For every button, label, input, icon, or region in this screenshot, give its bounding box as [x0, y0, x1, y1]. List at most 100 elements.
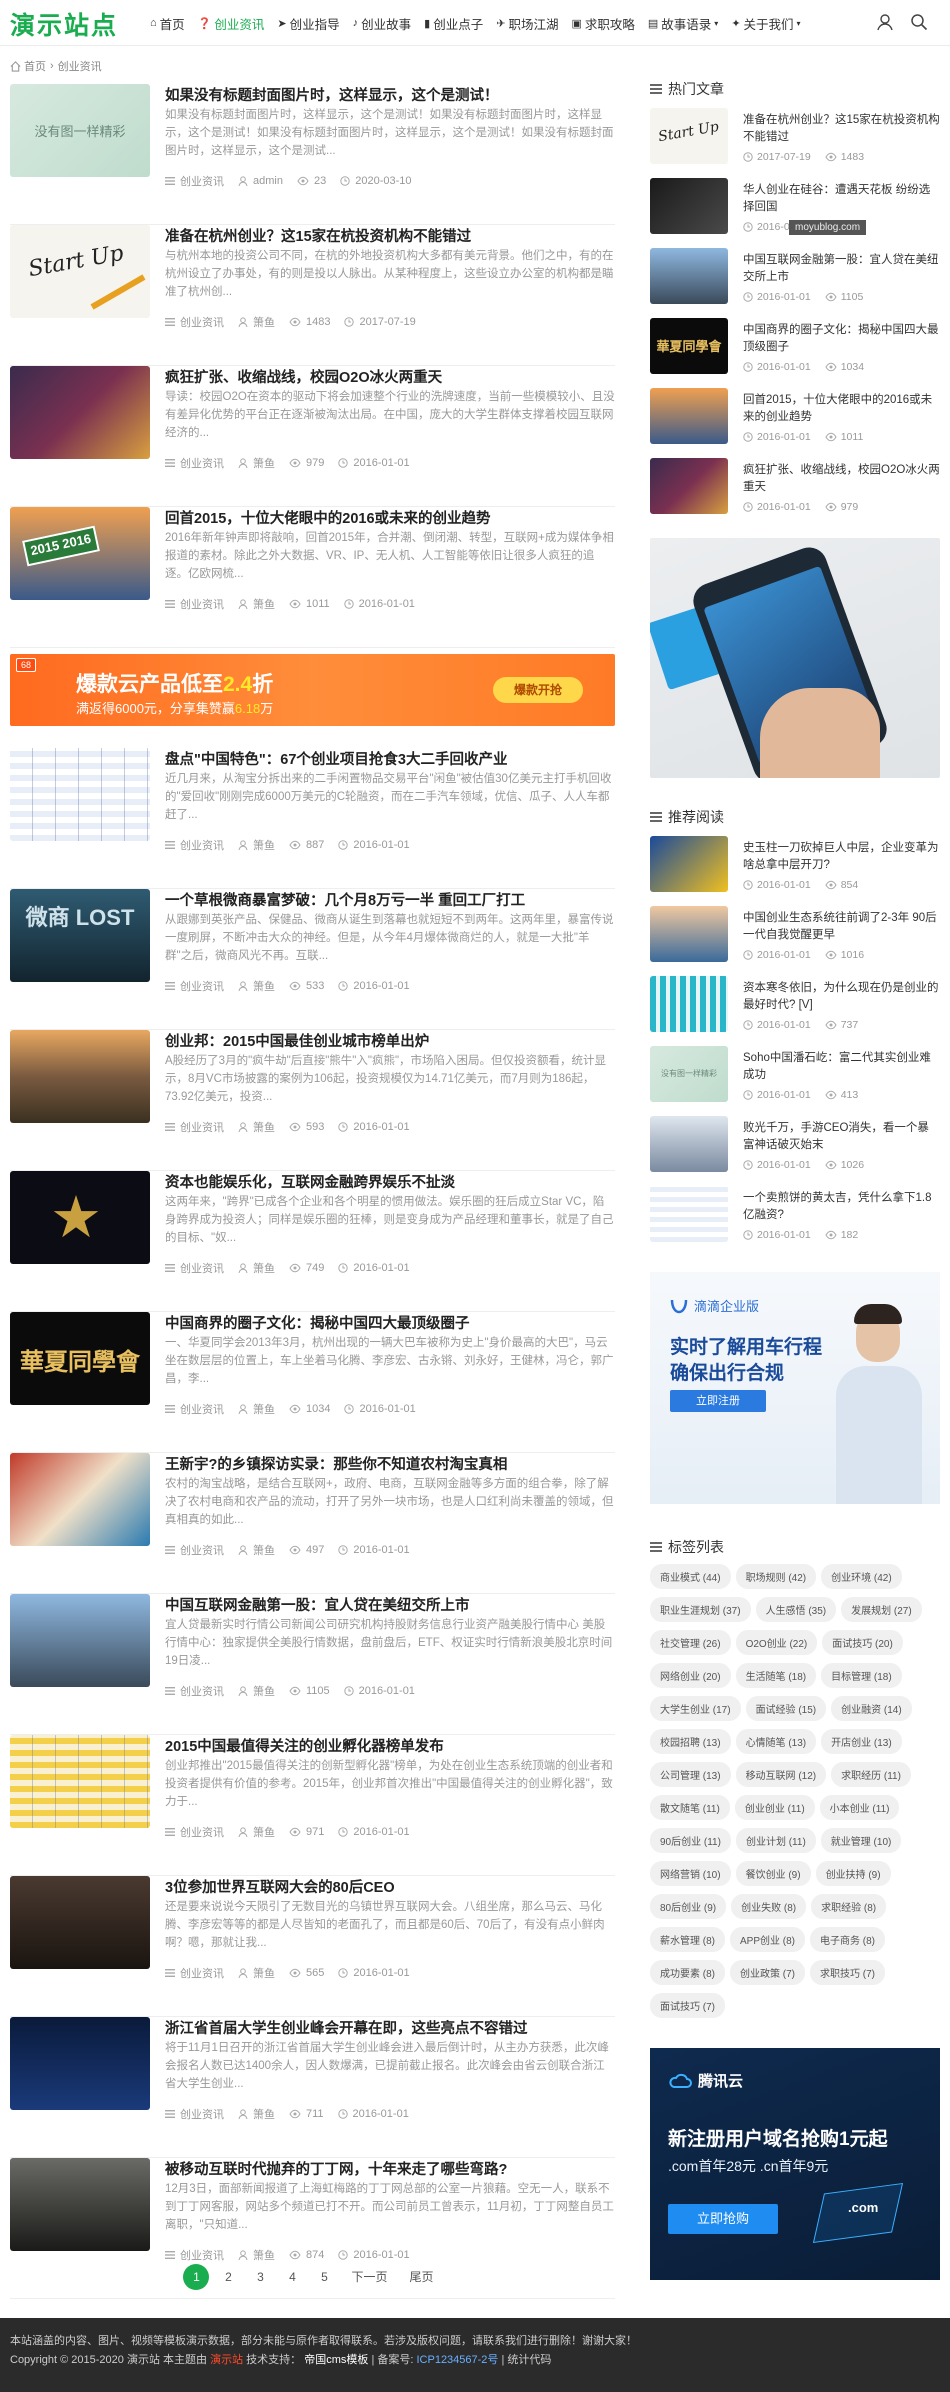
article-title[interactable]: 创业邦：2015中国最佳创业城市榜单出炉	[165, 1030, 429, 1051]
article-category[interactable]: 创业资讯	[165, 1401, 224, 1417]
tag-chip[interactable]: 求职技巧 (7)	[810, 1960, 885, 1985]
tag-chip[interactable]: 80后创业 (9)	[650, 1894, 727, 1919]
sidebar-article-title[interactable]: 资本寒冬依旧，为什么现在仍是创业的最好时代? [V]	[743, 980, 940, 1014]
sidebar-article-title[interactable]: Soho中国潘石屹：富二代其实创业难成功	[743, 1050, 940, 1084]
article-thumbnail[interactable]	[10, 1594, 150, 1687]
tag-chip[interactable]: O2O创业 (22)	[735, 1630, 818, 1655]
article-title[interactable]: 一个草根微商暴富梦破：几个月8万亏一半 重回工厂打工	[165, 889, 525, 910]
breadcrumb-current[interactable]: 创业资讯	[58, 58, 102, 74]
sidebar-article-title[interactable]: 华人创业在硅谷：遭遇天花板 纷纷选择回国	[743, 182, 940, 216]
tag-chip[interactable]: 社交管理 (26)	[650, 1630, 731, 1655]
sidebar-thumbnail[interactable]	[650, 458, 728, 514]
tag-chip[interactable]: 面试技巧 (20)	[822, 1630, 903, 1655]
article-title[interactable]: 回首2015，十位大佬眼中的2016或未来的创业趋势	[165, 507, 491, 528]
tag-chip[interactable]: 职业生涯规划 (37)	[650, 1597, 751, 1622]
article-author[interactable]: 箫鱼	[238, 2247, 275, 2263]
tag-chip[interactable]: 职场规则 (42)	[735, 1564, 817, 1589]
tag-chip[interactable]: 求职经验 (8)	[811, 1894, 887, 1919]
tag-chip[interactable]: 人生感悟 (35)	[755, 1597, 837, 1622]
article-category[interactable]: 创业资讯	[165, 596, 224, 612]
article-author[interactable]: 箫鱼	[238, 837, 275, 853]
article-author[interactable]: 箫鱼	[238, 978, 275, 994]
tag-chip[interactable]: 大学生创业 (17)	[650, 1696, 741, 1721]
article-author[interactable]: 箫鱼	[238, 1119, 275, 1135]
promo-grab-button[interactable]: 爆款开抢	[493, 677, 583, 703]
article-category[interactable]: 创业资讯	[165, 1260, 224, 1276]
footer-theme-link[interactable]: 演示站	[210, 2354, 243, 2366]
article-author[interactable]: 箫鱼	[238, 1260, 275, 1276]
article-thumbnail[interactable]	[10, 748, 150, 841]
sidebar-thumbnail[interactable]: 没有图一样精彩	[650, 1046, 728, 1102]
article-thumbnail[interactable]: ★	[10, 1171, 150, 1264]
last-page-link[interactable]: 尾页	[402, 2264, 442, 2290]
sidebar-article-title[interactable]: 史玉柱一刀砍掉巨人中层，企业变革为啥总拿中层开刀?	[743, 840, 940, 874]
article-author[interactable]: 箫鱼	[238, 1542, 275, 1558]
sidebar-article-title[interactable]: 准备在杭州创业？这15家在杭投资机构不能错过	[743, 112, 940, 146]
article-category[interactable]: 创业资讯	[165, 978, 224, 994]
nav-item-8[interactable]: ✦ 关于我们 ▾	[731, 0, 800, 46]
tag-chip[interactable]: 创业政策 (7)	[730, 1960, 805, 1985]
article-author[interactable]: 箫鱼	[238, 1824, 275, 1840]
breadcrumb-home[interactable]: 首页	[24, 58, 46, 74]
article-thumbnail[interactable]	[10, 1453, 150, 1546]
sidebar-thumbnail[interactable]	[650, 836, 728, 892]
article-title[interactable]: 3位参加世界互联网大会的80后CEO	[165, 1876, 395, 1897]
article-category[interactable]: 创业资讯	[165, 455, 224, 471]
tag-chip[interactable]: APP创业 (8)	[730, 1927, 806, 1952]
article-thumbnail[interactable]: 華夏同學會	[10, 1312, 150, 1405]
article-thumbnail[interactable]: 微商 LOST	[10, 889, 150, 982]
tag-chip[interactable]: 电子商务 (8)	[810, 1927, 886, 1952]
article-author[interactable]: 箫鱼	[238, 2106, 275, 2122]
tag-chip[interactable]: 移动互联网 (12)	[735, 1762, 827, 1787]
tag-chip[interactable]: 心情随笔 (13)	[735, 1729, 817, 1754]
next-page-link[interactable]: 下一页	[343, 2264, 395, 2290]
article-category[interactable]: 创业资讯	[165, 173, 224, 189]
article-category[interactable]: 创业资讯	[165, 1119, 224, 1135]
footer-cms-link[interactable]: 帝国cms模板	[304, 2354, 368, 2366]
sidebar-thumbnail[interactable]	[650, 906, 728, 962]
article-category[interactable]: 创业资讯	[165, 1542, 224, 1558]
article-thumbnail[interactable]: 没有图一样精彩	[10, 84, 150, 177]
sidebar-article-title[interactable]: 回首2015，十位大佬眼中的2016或未来的创业趋势	[743, 392, 940, 426]
sidebar-thumbnail[interactable]: Start Up	[650, 108, 728, 164]
article-thumbnail[interactable]	[10, 1876, 150, 1969]
tag-chip[interactable]: 小本创业 (11)	[819, 1795, 900, 1820]
article-title[interactable]: 准备在杭州创业？这15家在杭投资机构不能错过	[165, 225, 471, 246]
tag-chip[interactable]: 就业管理 (10)	[820, 1828, 902, 1853]
nav-item-4[interactable]: ▮ 创业点子	[424, 0, 483, 46]
sidebar-article-title[interactable]: 败光千万，手游CEO消失，看一个暴富神话破灭始末	[743, 1120, 940, 1154]
article-author[interactable]: 箫鱼	[238, 314, 275, 330]
sidebar-article-title[interactable]: 中国创业生态系统往前调了2-3年 90后一代自我觉醒更早	[743, 910, 940, 944]
nav-item-0[interactable]: ⌂ 首页	[150, 0, 185, 46]
didi-ad[interactable]: 滴滴企业版 实时了解用车行程 确保出行合规 立即注册	[650, 1272, 940, 1504]
article-title[interactable]: 被移动互联时代抛弃的丁丁网，十年来走了哪些弯路?	[165, 2158, 507, 2179]
page-5-link[interactable]: 5	[311, 2264, 337, 2290]
tag-chip[interactable]: 公司管理 (13)	[650, 1762, 731, 1787]
sidebar-thumbnail[interactable]	[650, 976, 728, 1032]
article-thumbnail[interactable]: 2015 2016	[10, 507, 150, 600]
footer-beian-link[interactable]: ICP1234567-2号	[416, 2354, 498, 2366]
site-logo[interactable]: 演示站点	[10, 6, 118, 42]
article-title[interactable]: 中国商界的圈子文化：揭秘中国四大最顶级圈子	[165, 1312, 470, 1333]
tag-chip[interactable]: 创业计划 (11)	[735, 1828, 816, 1853]
article-thumbnail[interactable]	[10, 1030, 150, 1123]
article-thumbnail[interactable]	[10, 1735, 150, 1828]
tag-chip[interactable]: 商业模式 (44)	[650, 1564, 731, 1589]
page-3-link[interactable]: 3	[247, 2264, 273, 2290]
article-title[interactable]: 如果没有标题封面图片时，这样显示，这个是测试！	[165, 84, 499, 105]
nav-item-6[interactable]: ▣ 求职攻略	[571, 0, 634, 46]
tag-chip[interactable]: 创业创业 (11)	[734, 1795, 815, 1820]
sidebar-thumbnail[interactable]	[650, 1116, 728, 1172]
nav-item-7[interactable]: ▤ 故事语录 ▾	[648, 0, 718, 46]
page-2-link[interactable]: 2	[215, 2264, 241, 2290]
tag-chip[interactable]: 网络营销 (10)	[650, 1861, 731, 1886]
tag-chip[interactable]: 校园招聘 (13)	[650, 1729, 731, 1754]
article-author[interactable]: 箫鱼	[238, 1965, 275, 1981]
tag-chip[interactable]: 餐饮创业 (9)	[735, 1861, 811, 1886]
sidebar-thumbnail[interactable]	[650, 1186, 728, 1242]
cloud-promo-banner[interactable]: 68 爆款云产品低至2.4折 满返得6000元，分享集赞赢6.18万 爆款开抢	[10, 648, 615, 748]
page-1-link[interactable]: 1	[183, 2264, 210, 2290]
article-author[interactable]: 箫鱼	[238, 1683, 275, 1699]
page-4-link[interactable]: 4	[279, 2264, 305, 2290]
tencent-cloud-ad[interactable]: 腾讯云 新注册用户域名抢购1元起 .com首年28元 .cn首年9元 立即抢购 …	[650, 2048, 940, 2280]
